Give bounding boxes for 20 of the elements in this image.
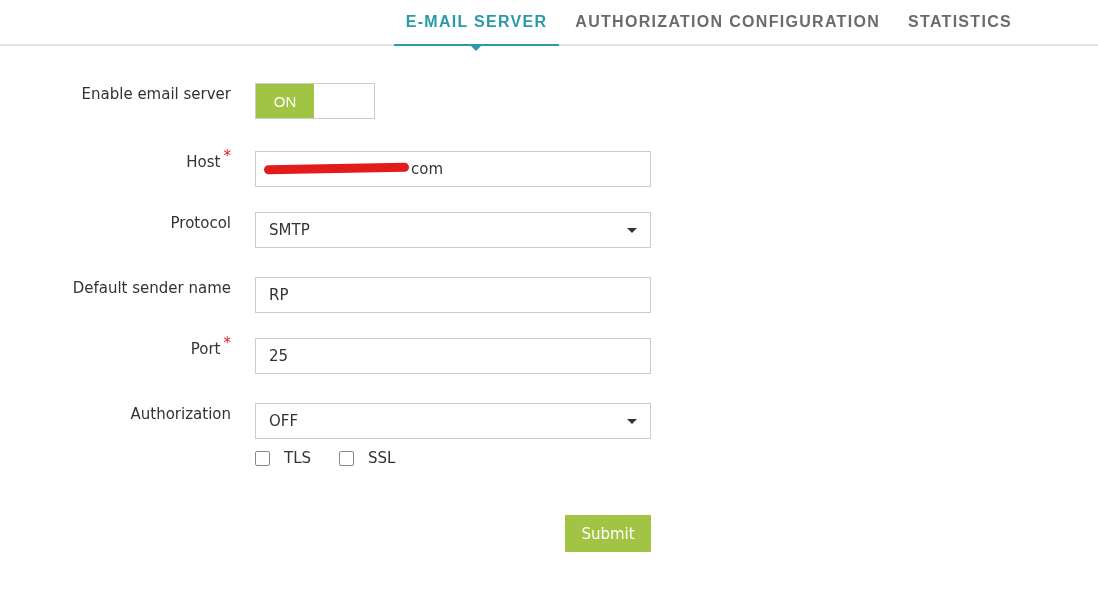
text-field[interactable]: com	[255, 151, 651, 187]
tab[interactable]: AUTHORIZATION CONFIGURATION	[563, 0, 893, 46]
field-label: Port	[190, 340, 221, 358]
text-field[interactable]: RP	[255, 277, 651, 313]
field-label: Default sender name	[72, 279, 231, 297]
caret-icon	[627, 227, 637, 233]
tab-pointer	[471, 46, 482, 51]
required-mark: *	[223, 147, 231, 165]
dropdown[interactable]: SMTP	[255, 212, 651, 248]
caret-icon	[627, 418, 637, 424]
tab[interactable]: STATISTICS	[896, 0, 1024, 46]
dropdown[interactable]: OFF	[255, 403, 651, 439]
checkbox[interactable]: SSL	[339, 449, 396, 467]
field-label: Host	[186, 153, 221, 171]
field-label: Authorization	[130, 405, 231, 423]
field-label: Protocol	[170, 214, 231, 232]
required-mark: *	[223, 334, 231, 352]
text-field[interactable]: 25	[255, 338, 651, 374]
checkbox[interactable]: TLS	[255, 449, 312, 467]
field-label: Enable email server	[81, 85, 231, 103]
